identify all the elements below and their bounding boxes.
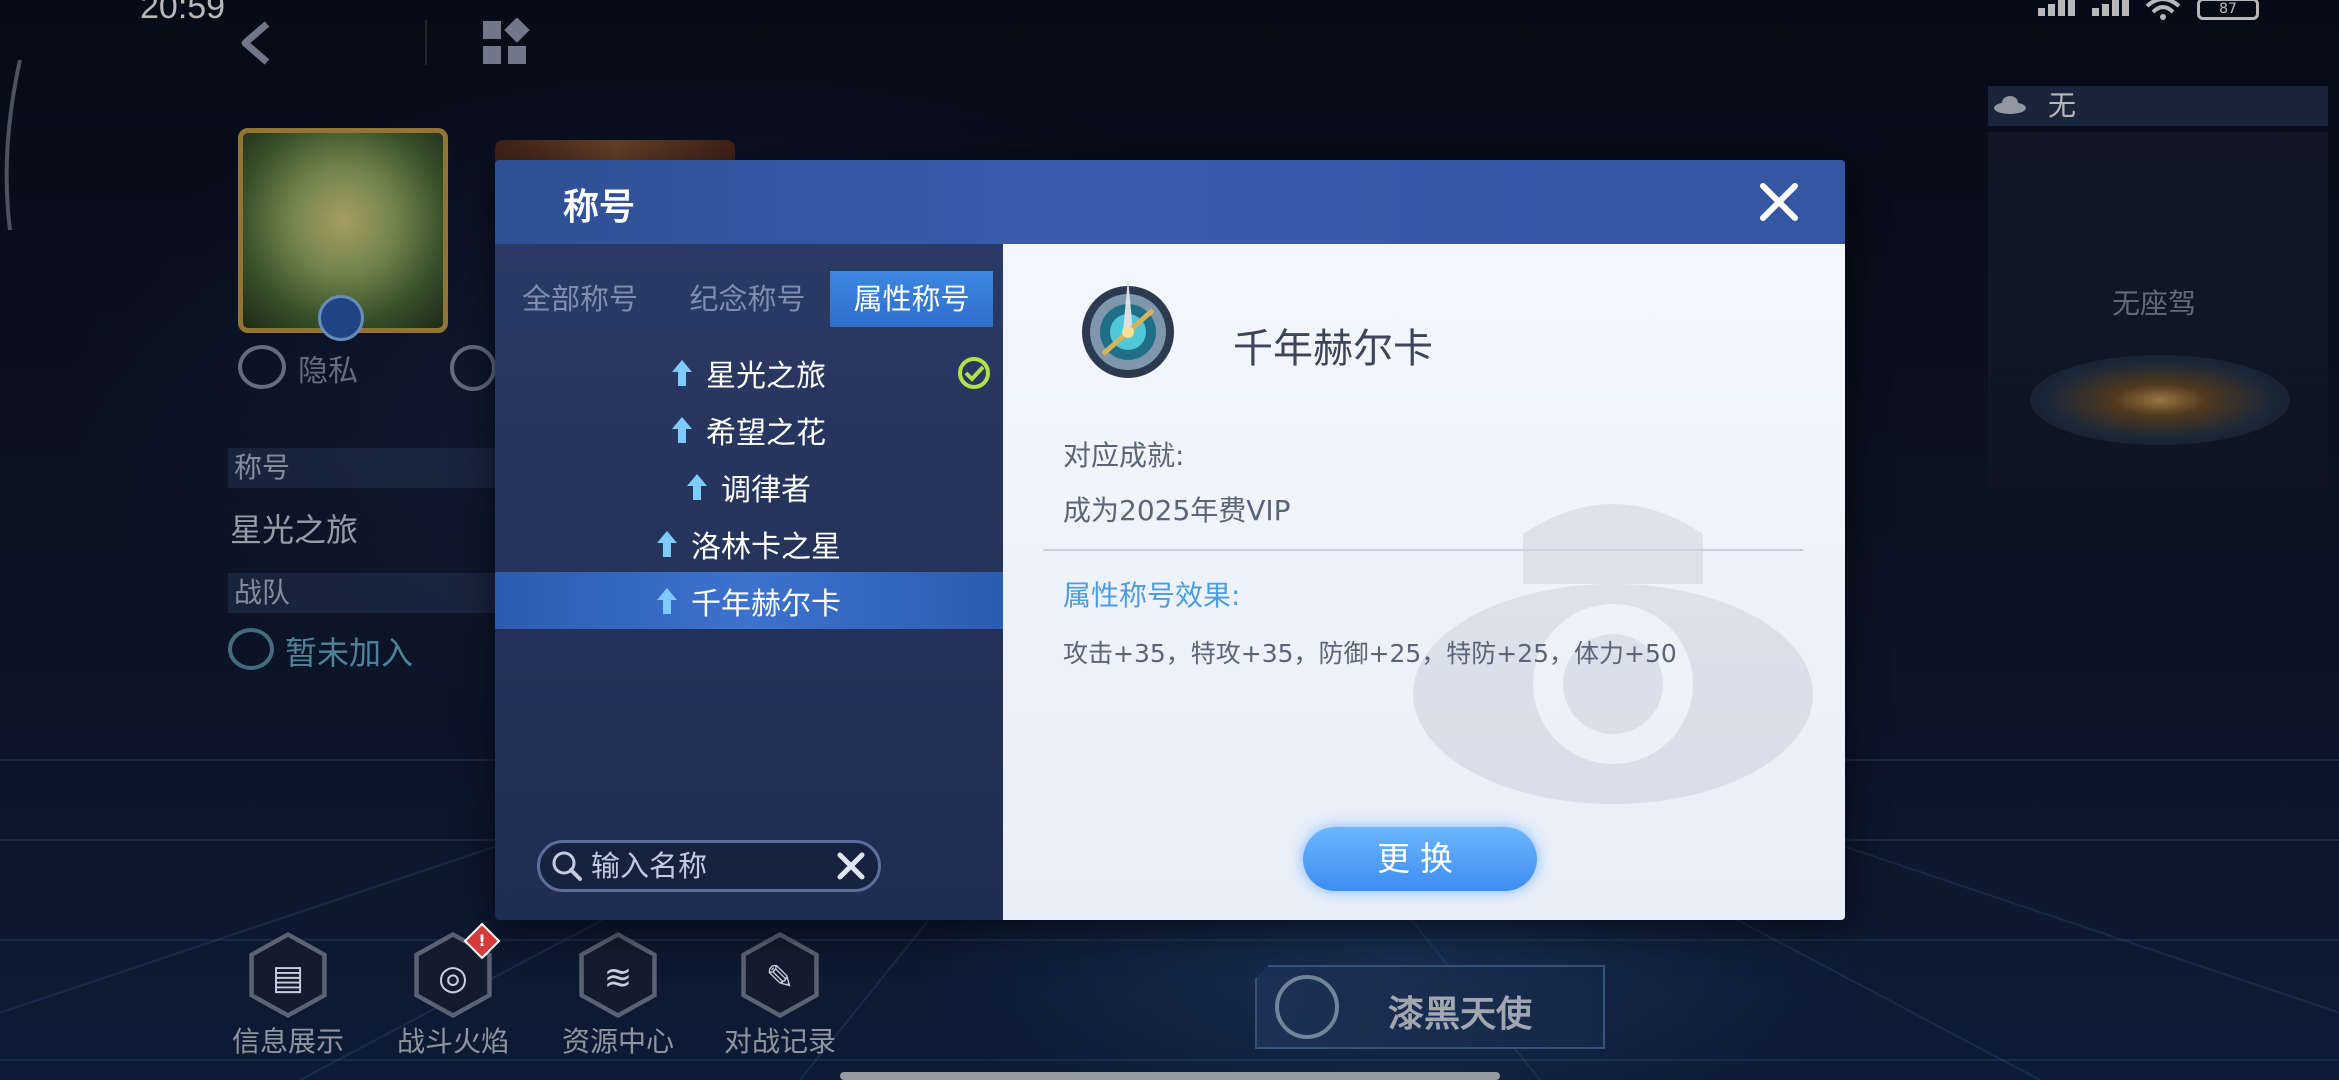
- modal-header: [495, 160, 1845, 244]
- search-icon: [552, 851, 582, 881]
- modal-title: 称号: [563, 187, 636, 228]
- title-item-label: 千年赫尔卡: [691, 586, 841, 622]
- title-item-hope-flower[interactable]: 希望之花: [495, 401, 1003, 458]
- title-list-pane: 全部称号 纪念称号 属性称号 星光之旅 希望之花 调律者 洛林卡之星 千年赫尔卡…: [495, 244, 1003, 920]
- close-icon[interactable]: [1757, 180, 1801, 224]
- attribute-up-arrow-icon: [657, 530, 677, 557]
- title-modal: 称号 全部称号 纪念称号 属性称号 星光之旅 希望之花 调律者 洛林卡之星 千年…: [495, 160, 1845, 920]
- title-item-label: 星光之旅: [706, 358, 826, 394]
- effect-value: 攻击+35，特攻+35，防御+25，特防+25，体力+50: [1063, 639, 1677, 668]
- title-item-millennium-herka[interactable]: 千年赫尔卡: [495, 572, 1003, 629]
- attribute-up-arrow-icon: [657, 587, 677, 614]
- background-emblem-watermark: [1413, 504, 1813, 804]
- title-item-tuner[interactable]: 调律者: [495, 458, 1003, 515]
- attribute-up-arrow-icon: [672, 416, 692, 443]
- title-tabs: 全部称号 纪念称号 属性称号: [495, 271, 1003, 327]
- clear-search-icon[interactable]: [835, 850, 867, 882]
- title-emblem-icon: [1082, 278, 1174, 378]
- search-input[interactable]: [591, 844, 821, 888]
- effect-label: 属性称号效果:: [1063, 579, 1241, 612]
- tab-all-titles[interactable]: 全部称号: [495, 271, 665, 327]
- detail-title-name: 千年赫尔卡: [1233, 326, 1433, 372]
- title-item-label: 调律者: [721, 472, 811, 508]
- title-item-starlight[interactable]: 星光之旅: [495, 344, 1003, 401]
- title-item-lorinka-star[interactable]: 洛林卡之星: [495, 515, 1003, 572]
- equipped-check-icon: [958, 357, 990, 389]
- title-detail-pane: 千年赫尔卡 对应成就: 成为2025年费VIP 属性称号效果: 攻击+35，特攻…: [1003, 244, 1845, 920]
- achievement-label: 对应成就:: [1063, 439, 1185, 472]
- detail-divider: [1043, 549, 1803, 551]
- achievement-value: 成为2025年费VIP: [1063, 494, 1291, 527]
- attribute-up-arrow-icon: [687, 473, 707, 500]
- change-title-button[interactable]: 更换: [1303, 827, 1537, 891]
- tab-memorial-titles[interactable]: 纪念称号: [665, 271, 830, 327]
- title-item-label: 洛林卡之星: [691, 529, 841, 565]
- tab-attribute-titles[interactable]: 属性称号: [830, 271, 993, 327]
- attribute-up-arrow-icon: [672, 359, 692, 386]
- title-item-label: 希望之花: [706, 415, 826, 451]
- title-list: 星光之旅 希望之花 调律者 洛林卡之星 千年赫尔卡: [495, 344, 1003, 629]
